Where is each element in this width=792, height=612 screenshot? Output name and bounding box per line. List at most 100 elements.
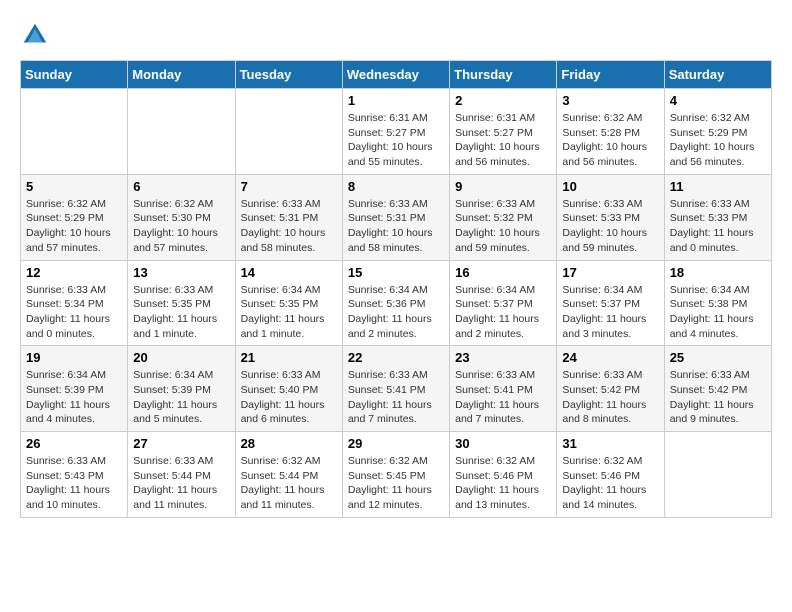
- calendar-cell: 11Sunrise: 6:33 AM Sunset: 5:33 PM Dayli…: [664, 174, 771, 260]
- calendar-cell: 18 Sunrise: 6:34 AM Sunset: 5:38 PM Dayli…: [664, 260, 771, 346]
- day-info: Sunrise: 6:32 AM Sunset: 5:30 PM Dayligh…: [133, 197, 229, 256]
- day-number: 31: [562, 436, 658, 451]
- calendar-cell: 5Sunrise: 6:32 AM Sunset: 5:29 PM Daylig…: [21, 174, 128, 260]
- day-number: 24: [562, 350, 658, 365]
- day-info: Sunrise: 6:33 AM Sunset: 5:35 PM Dayligh…: [133, 283, 229, 342]
- calendar-cell: [128, 89, 235, 175]
- calendar-cell: 23 Sunrise: 6:33 AM Sunset: 5:41 PM Dayli…: [450, 346, 557, 432]
- calendar-cell: 1 Sunrise: 6:31 AM Sunset: 5:27 PM Daylig…: [342, 89, 449, 175]
- calendar-cell: 19Sunrise: 6:34 AM Sunset: 5:39 PM Dayli…: [21, 346, 128, 432]
- day-number: 2: [455, 93, 551, 108]
- calendar-header-row: SundayMondayTuesdayWednesdayThursdayFrid…: [21, 61, 772, 89]
- calendar-cell: 2Sunrise: 6:31 AM Sunset: 5:27 PM Daylig…: [450, 89, 557, 175]
- day-number: 18: [670, 265, 766, 280]
- calendar-cell: 10 Sunrise: 6:33 AM Sunset: 5:33 PM Dayli…: [557, 174, 664, 260]
- day-info: Sunrise: 6:34 AM Sunset: 5:36 PM Dayligh…: [348, 283, 444, 342]
- day-info: Sunrise: 6:34 AM Sunset: 5:37 PM Dayligh…: [455, 283, 551, 342]
- day-number: 7: [241, 179, 337, 194]
- day-info: Sunrise: 6:32 AM Sunset: 5:29 PM Dayligh…: [670, 111, 766, 170]
- calendar-cell: 24Sunrise: 6:33 AM Sunset: 5:42 PM Dayli…: [557, 346, 664, 432]
- day-number: 1: [348, 93, 444, 108]
- calendar-cell: 15 Sunrise: 6:34 AM Sunset: 5:36 PM Dayli…: [342, 260, 449, 346]
- calendar-cell: 28 Sunrise: 6:32 AM Sunset: 5:44 PM Dayli…: [235, 432, 342, 518]
- day-info: Sunrise: 6:31 AM Sunset: 5:27 PM Dayligh…: [348, 111, 444, 170]
- day-info: Sunrise: 6:34 AM Sunset: 5:39 PM Dayligh…: [133, 368, 229, 427]
- day-info: Sunrise: 6:33 AM Sunset: 5:42 PM Dayligh…: [670, 368, 766, 427]
- day-info: Sunrise: 6:33 AM Sunset: 5:33 PM Dayligh…: [562, 197, 658, 256]
- day-number: 10: [562, 179, 658, 194]
- calendar-cell: 14Sunrise: 6:34 AM Sunset: 5:35 PM Dayli…: [235, 260, 342, 346]
- calendar-cell: 16 Sunrise: 6:34 AM Sunset: 5:37 PM Dayli…: [450, 260, 557, 346]
- day-number: 16: [455, 265, 551, 280]
- day-info: Sunrise: 6:32 AM Sunset: 5:29 PM Dayligh…: [26, 197, 122, 256]
- calendar-cell: [664, 432, 771, 518]
- header-saturday: Saturday: [664, 61, 771, 89]
- day-info: Sunrise: 6:34 AM Sunset: 5:37 PM Dayligh…: [562, 283, 658, 342]
- page-header: [20, 20, 772, 50]
- logo: [20, 20, 54, 50]
- day-number: 12: [26, 265, 122, 280]
- day-number: 25: [670, 350, 766, 365]
- calendar-cell: 21 Sunrise: 6:33 AM Sunset: 5:40 PM Dayli…: [235, 346, 342, 432]
- day-number: 13: [133, 265, 229, 280]
- week-row-3: 19 Sunrise: 6:34 AM Sunset: 5:39 PM Dayli…: [21, 346, 772, 432]
- calendar-cell: 26Sunrise: 6:33 AM Sunset: 5:43 PM Dayli…: [21, 432, 128, 518]
- day-number: 21: [241, 350, 337, 365]
- day-number: 3: [562, 93, 658, 108]
- day-info: Sunrise: 6:32 AM Sunset: 5:45 PM Dayligh…: [348, 454, 444, 513]
- day-info: Sunrise: 6:33 AM Sunset: 5:44 PM Dayligh…: [133, 454, 229, 513]
- day-number: 8: [348, 179, 444, 194]
- day-info: Sunrise: 6:32 AM Sunset: 5:44 PM Dayligh…: [241, 454, 337, 513]
- day-info: Sunrise: 6:33 AM Sunset: 5:34 PM Dayligh…: [26, 283, 122, 342]
- calendar-cell: 9 Sunrise: 6:33 AM Sunset: 5:32 PM Daylig…: [450, 174, 557, 260]
- calendar-cell: [21, 89, 128, 175]
- calendar-cell: 30 Sunrise: 6:32 AM Sunset: 5:46 PM Dayli…: [450, 432, 557, 518]
- header-wednesday: Wednesday: [342, 61, 449, 89]
- day-number: 19: [26, 350, 122, 365]
- logo-icon: [20, 20, 50, 50]
- day-info: Sunrise: 6:33 AM Sunset: 5:40 PM Dayligh…: [241, 368, 337, 427]
- calendar-cell: [235, 89, 342, 175]
- day-number: 23: [455, 350, 551, 365]
- day-number: 9: [455, 179, 551, 194]
- day-number: 15: [348, 265, 444, 280]
- calendar-cell: 3 Sunrise: 6:32 AM Sunset: 5:28 PM Daylig…: [557, 89, 664, 175]
- day-info: Sunrise: 6:32 AM Sunset: 5:46 PM Dayligh…: [562, 454, 658, 513]
- week-row-0: 1 Sunrise: 6:31 AM Sunset: 5:27 PM Daylig…: [21, 89, 772, 175]
- week-row-1: 5Sunrise: 6:32 AM Sunset: 5:29 PM Daylig…: [21, 174, 772, 260]
- day-info: Sunrise: 6:34 AM Sunset: 5:38 PM Dayligh…: [670, 283, 766, 342]
- day-number: 26: [26, 436, 122, 451]
- day-info: Sunrise: 6:32 AM Sunset: 5:46 PM Dayligh…: [455, 454, 551, 513]
- calendar-cell: 6 Sunrise: 6:32 AM Sunset: 5:30 PM Daylig…: [128, 174, 235, 260]
- day-number: 30: [455, 436, 551, 451]
- calendar-cell: 8 Sunrise: 6:33 AM Sunset: 5:31 PM Daylig…: [342, 174, 449, 260]
- calendar-cell: 31 Sunrise: 6:32 AM Sunset: 5:46 PM Dayli…: [557, 432, 664, 518]
- header-monday: Monday: [128, 61, 235, 89]
- day-number: 20: [133, 350, 229, 365]
- day-info: Sunrise: 6:34 AM Sunset: 5:35 PM Dayligh…: [241, 283, 337, 342]
- calendar-cell: 4Sunrise: 6:32 AM Sunset: 5:29 PM Daylig…: [664, 89, 771, 175]
- calendar-cell: 12 Sunrise: 6:33 AM Sunset: 5:34 PM Dayli…: [21, 260, 128, 346]
- day-info: Sunrise: 6:33 AM Sunset: 5:33 PM Dayligh…: [670, 197, 766, 256]
- day-info: Sunrise: 6:33 AM Sunset: 5:32 PM Dayligh…: [455, 197, 551, 256]
- day-info: Sunrise: 6:33 AM Sunset: 5:31 PM Dayligh…: [348, 197, 444, 256]
- day-info: Sunrise: 6:32 AM Sunset: 5:28 PM Dayligh…: [562, 111, 658, 170]
- day-number: 28: [241, 436, 337, 451]
- calendar-cell: 22Sunrise: 6:33 AM Sunset: 5:41 PM Dayli…: [342, 346, 449, 432]
- day-info: Sunrise: 6:33 AM Sunset: 5:41 PM Dayligh…: [455, 368, 551, 427]
- calendar-table: SundayMondayTuesdayWednesdayThursdayFrid…: [20, 60, 772, 518]
- calendar-cell: 25 Sunrise: 6:33 AM Sunset: 5:42 PM Dayli…: [664, 346, 771, 432]
- header-thursday: Thursday: [450, 61, 557, 89]
- calendar-cell: 17Sunrise: 6:34 AM Sunset: 5:37 PM Dayli…: [557, 260, 664, 346]
- header-tuesday: Tuesday: [235, 61, 342, 89]
- day-number: 27: [133, 436, 229, 451]
- calendar-cell: 27 Sunrise: 6:33 AM Sunset: 5:44 PM Dayli…: [128, 432, 235, 518]
- calendar-cell: 13 Sunrise: 6:33 AM Sunset: 5:35 PM Dayli…: [128, 260, 235, 346]
- day-info: Sunrise: 6:33 AM Sunset: 5:41 PM Dayligh…: [348, 368, 444, 427]
- calendar-cell: 20 Sunrise: 6:34 AM Sunset: 5:39 PM Dayli…: [128, 346, 235, 432]
- day-number: 6: [133, 179, 229, 194]
- week-row-4: 26Sunrise: 6:33 AM Sunset: 5:43 PM Dayli…: [21, 432, 772, 518]
- header-sunday: Sunday: [21, 61, 128, 89]
- day-number: 29: [348, 436, 444, 451]
- header-friday: Friday: [557, 61, 664, 89]
